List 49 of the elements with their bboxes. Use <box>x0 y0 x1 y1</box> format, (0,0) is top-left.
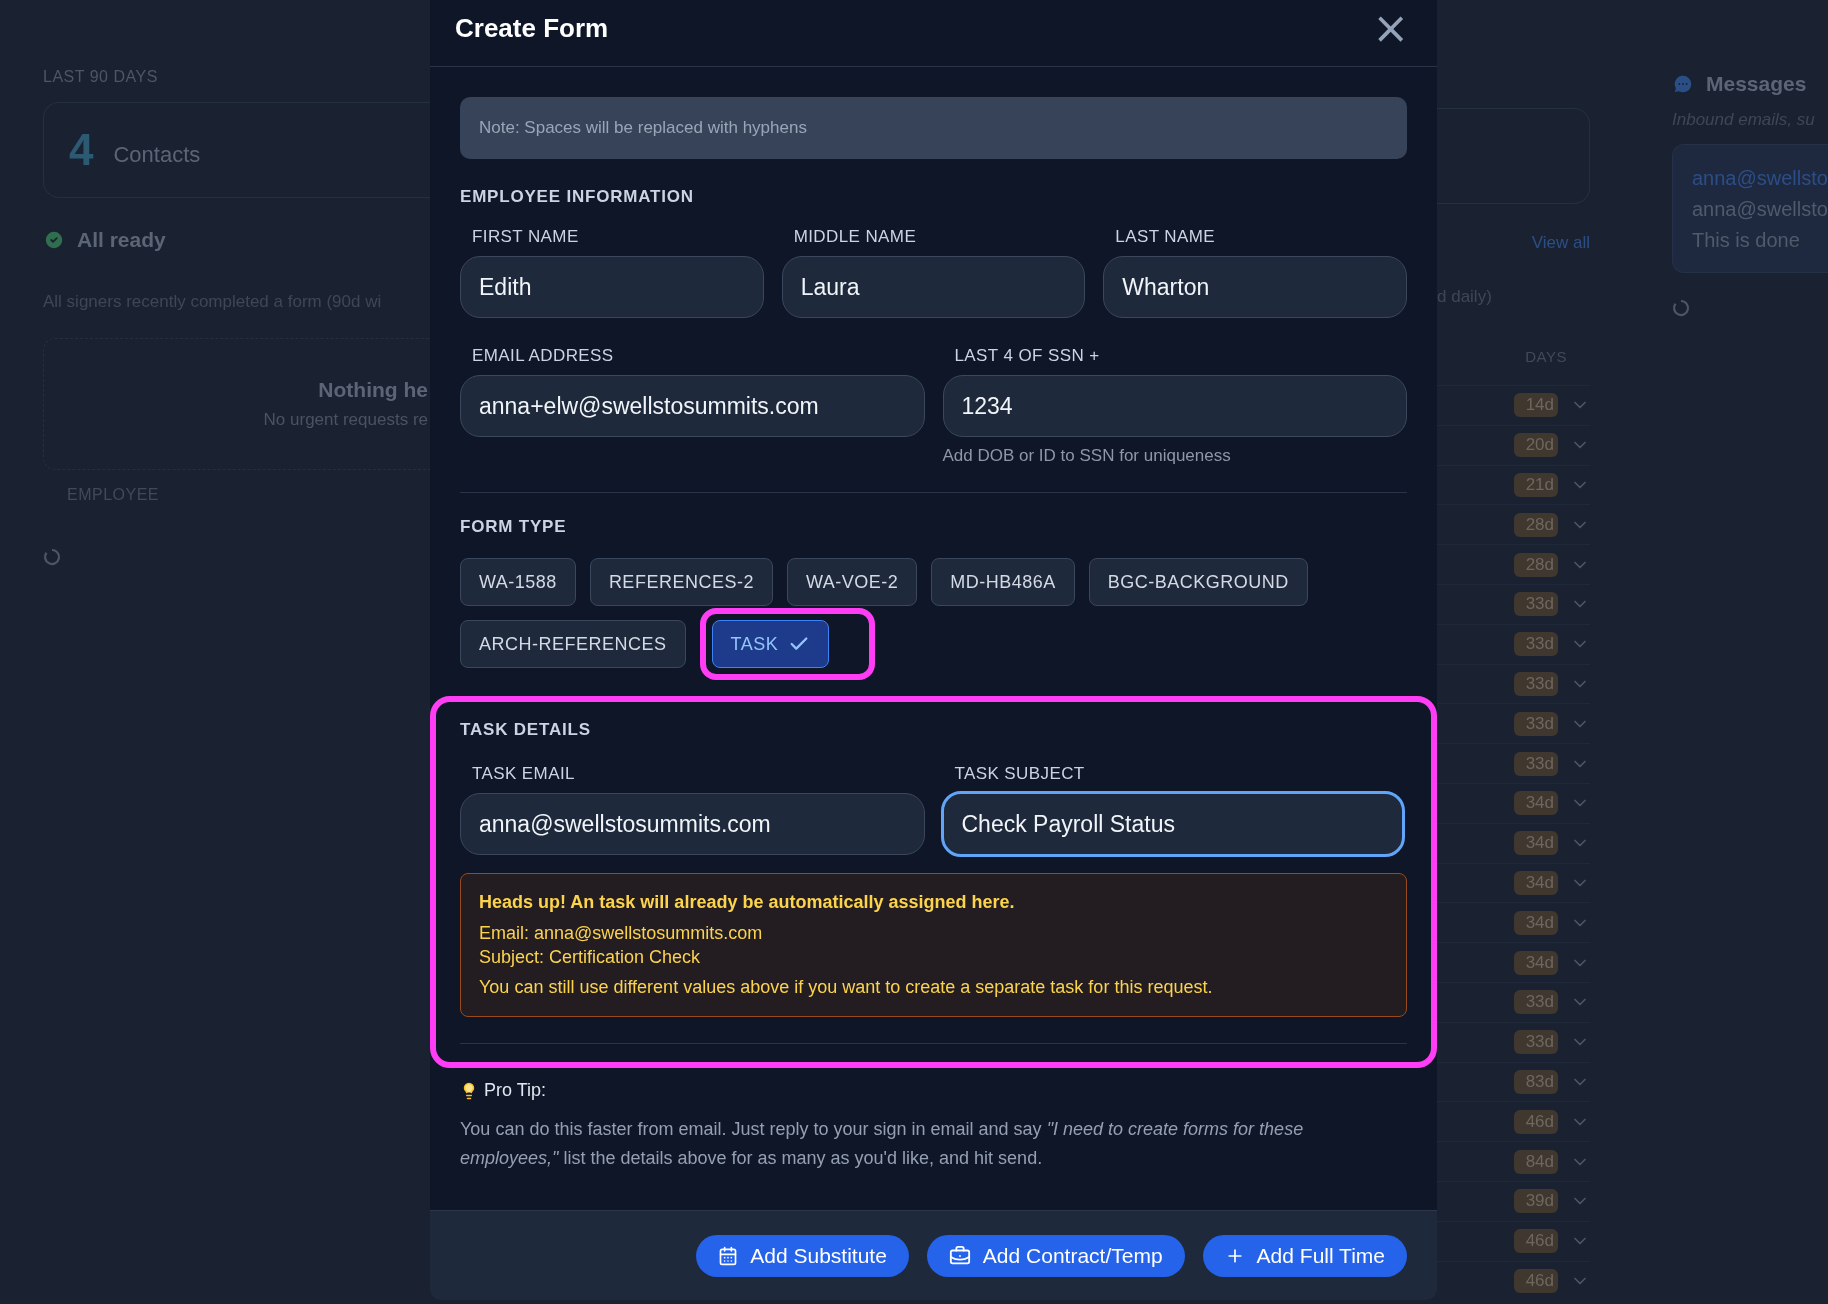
input-field[interactable]: Edith <box>460 256 764 318</box>
note-banner: Note: Spaces will be replaced with hyphens <box>460 97 1407 159</box>
briefcase-icon <box>948 1244 971 1267</box>
spinner-icon <box>43 548 61 566</box>
section-title: TASK DETAILS <box>460 720 592 740</box>
input-field[interactable]: 1234 <box>942 375 1407 437</box>
field-label: TASK EMAIL <box>471 764 576 784</box>
form-type-chip[interactable]: BGC-BACKGROUND <box>1088 558 1308 606</box>
input-field[interactable]: Laura <box>781 256 1086 318</box>
field-label: LAST NAME <box>1114 227 1216 247</box>
field-label: LAST 4 OF SSN + <box>953 346 1101 366</box>
form-type-chip[interactable]: MD-HB486A <box>931 558 1075 606</box>
form-type-chip[interactable]: ARCH-REFERENCES <box>460 620 686 668</box>
action-button[interactable]: Add Full Time <box>1202 1234 1407 1277</box>
input-field[interactable]: Check Payroll Status <box>940 791 1405 857</box>
tip-text: You can do this faster from email. Just reply to your sign in email and say "I need to create forms for these employees," list the details above for as many as you'd like, and hit send. <box>460 1118 1305 1170</box>
form-type-chip[interactable]: WA-VOE-2 <box>786 558 918 606</box>
form-type-chip[interactable]: REFERENCES-2 <box>589 558 773 606</box>
tip-title: Pro Tip: <box>484 1080 547 1101</box>
action-button[interactable]: Add Substitute <box>696 1234 909 1277</box>
stat-value: 4 <box>69 125 94 175</box>
close-button[interactable]: × <box>1372 6 1409 50</box>
input-field[interactable]: anna@swellstosummits.com <box>460 793 925 855</box>
dialog-title: Create Form <box>455 12 609 44</box>
chat-icon <box>1672 73 1694 95</box>
field-hint: Add DOB or ID to SSN for uniqueness <box>942 446 1232 466</box>
message-sender: anna@swellsto <box>1692 167 1828 190</box>
action-button[interactable]: Add Contract/Temp <box>926 1234 1185 1277</box>
field-label: EMAIL ADDRESS <box>471 346 615 366</box>
messages-title: Messages <box>1706 72 1807 96</box>
spinner-icon <box>1672 299 1690 317</box>
warning-subject: Subject: Certification Check <box>479 946 702 969</box>
form-type-chip[interactable]: WA-1588 <box>460 558 576 606</box>
check-circle-icon <box>43 229 65 251</box>
input-field[interactable]: Wharton <box>1103 256 1407 318</box>
empty-title: Nothing he <box>318 378 428 402</box>
field-label: TASK SUBJECT <box>953 764 1086 784</box>
warning-note: You can still use different values above if you want to create a separate task for this request. <box>479 977 1214 998</box>
status-title: All ready <box>77 228 166 252</box>
section-title: EMPLOYEE INFORMATION <box>460 187 695 207</box>
calendar-icon <box>718 1245 739 1266</box>
field-label: MIDDLE NAME <box>792 227 918 247</box>
input-field[interactable]: anna+elw@swellstosummits.com <box>460 375 925 437</box>
stat-label: Contacts <box>113 142 201 168</box>
section-title: FORM TYPE <box>460 517 568 537</box>
field-label: FIRST NAME <box>471 227 580 247</box>
warning-email: Email: anna@swellstosummits.com <box>479 922 764 945</box>
form-type-chip[interactable]: TASK <box>711 620 830 668</box>
warning-heading: Heads up! An task will already be automatically assigned here. <box>479 892 1016 913</box>
